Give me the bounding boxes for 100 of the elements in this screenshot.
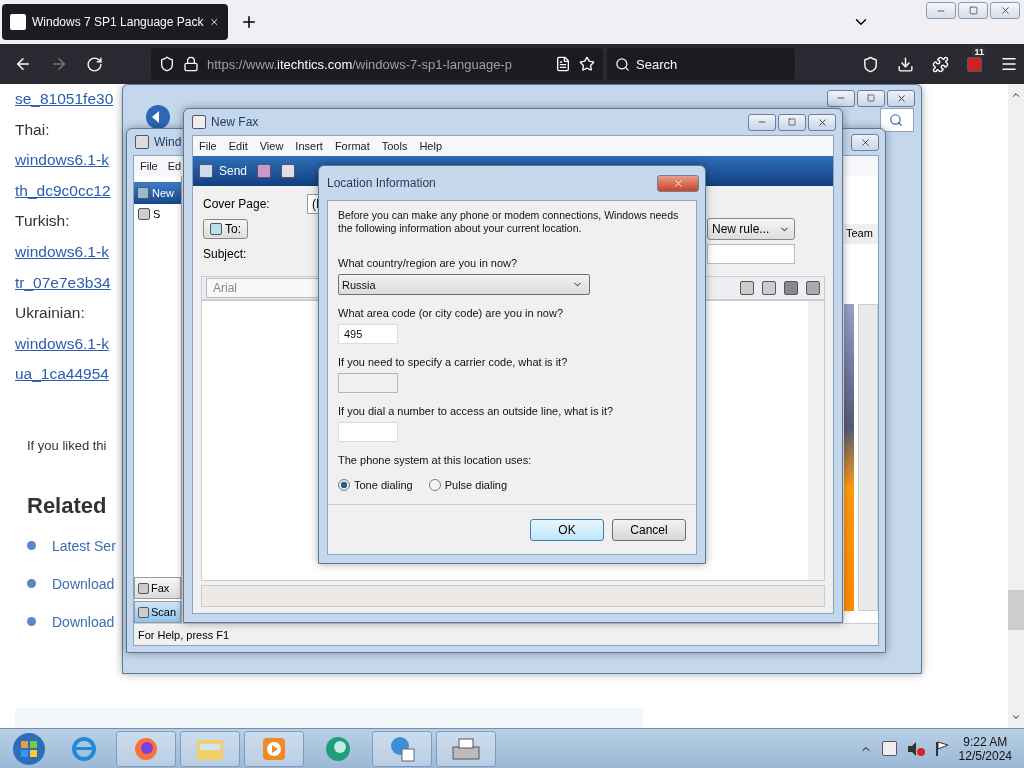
clock[interactable]: 9:22 AM 12/5/2024 [958,734,1012,763]
network-globe-icon[interactable] [372,730,432,767]
language-label: Ukrainian: [15,303,85,324]
radio-option[interactable]: Pulse dialing [428,479,508,491]
new-tab-icon[interactable] [240,13,258,31]
scroll-down-icon[interactable] [1011,712,1021,722]
question-label: If you dial a number to access an outside line, what is it? [338,405,614,417]
file-link[interactable]: se_81051fe30 [15,84,114,115]
radio-icon[interactable] [338,479,350,491]
back-icon[interactable] [145,104,171,130]
minimize-button[interactable] [827,89,855,107]
scroll-thumb[interactable] [1008,590,1024,630]
related-article-link[interactable]: Download [27,602,115,641]
flag-icon[interactable] [934,740,949,757]
fax-machine-icon[interactable] [436,730,496,767]
fox-browser-icon[interactable] [116,730,176,767]
input-field[interactable]: 495 [338,324,398,344]
dialog-button[interactable]: OK [530,518,604,541]
folder-icon[interactable] [180,730,240,767]
maximize-button[interactable] [857,89,885,107]
file-link[interactable]: ua_1ca44954 [15,359,109,390]
file-link[interactable]: th_dc9c0cc12 [15,175,111,207]
nav-tab[interactable]: Scan [134,601,181,623]
input-field[interactable] [338,422,398,442]
related-article-link[interactable]: Latest Ser [27,526,116,565]
send-button[interactable]: Send [199,164,248,178]
question-label: What area code (or city code) are you in now? [338,307,563,319]
count-badge: 11 [972,46,986,57]
menu-item[interactable]: Help [419,140,443,152]
bookmark-icon[interactable] [579,56,595,72]
media-player-icon[interactable] [244,730,304,767]
menu-item[interactable]: View [259,140,284,152]
new-button[interactable]: New [134,182,181,204]
file-link[interactable]: tr_07e7e3b34 [15,267,111,299]
menu-item[interactable]: Edit [228,140,248,152]
country-select[interactable]: Russia [338,274,590,295]
language-label: Thai: [15,119,50,140]
dialog-window: Location Information Before you can make any phone or modem connections, Windows needs the following information about your current location. What country/region are you in now? Russia What area code (or city code) are you in now? 495 If you need to specify a carrier code, what is it? If you dial a number to access an outside line, what is it? The phone system at this location uses: Tone dialing Pulse dialing OK Cancel [318,165,706,564]
bullet-icon [27,617,36,627]
search-icon [615,56,630,72]
close-icon [895,92,907,104]
site-icon [10,14,26,30]
intro-text: Before you can make any phone or modem connections, Windows needs the following information about your current location. [338,209,680,235]
search-field[interactable]: Search [607,48,795,80]
dialog-button[interactable]: Cancel [612,518,686,541]
menu-item[interactable]: Tools [381,140,408,152]
close-button[interactable] [808,113,836,131]
menu-item[interactable]: Ed [167,160,182,172]
shield-icon [159,56,175,72]
restore-icon [968,6,978,15]
minimize-button[interactable] [748,113,776,131]
back-icon[interactable] [14,55,32,73]
lock-icon [183,56,199,72]
close-button[interactable] [657,174,699,192]
file-link[interactable]: windows6.1-k [15,236,109,268]
file-link[interactable]: windows6.1-k [15,328,109,360]
reload-icon[interactable] [86,55,103,73]
maximize-button[interactable] [778,113,806,131]
question-label: The phone system at this location uses: [338,454,532,466]
subject-field[interactable] [707,244,795,264]
browser-tab[interactable]: Windows 7 SP1 Language Pack [2,4,228,40]
file-link[interactable]: windows6.1-k [15,145,109,176]
article-text: If you liked thi [27,437,107,453]
rule-dropdown[interactable]: New rule... [707,218,795,240]
extension-icon[interactable] [967,56,982,72]
extensions-icon[interactable] [932,55,949,73]
reader-icon[interactable] [555,56,571,72]
close-icon [859,136,871,148]
radio-option[interactable]: Tone dialing [338,479,413,491]
radio-icon[interactable] [428,479,441,491]
related-article-link[interactable]: Download [27,564,115,603]
restore-button[interactable] [958,2,988,19]
menu-item[interactable]: Insert [295,140,323,152]
question-label: What country/region are you in now? [338,257,518,269]
column-header[interactable]: Team [844,224,878,244]
field-label: Cover Page: [203,197,271,211]
menu-item[interactable]: File [140,160,158,172]
scroll-up-icon[interactable] [1011,90,1021,100]
bullet-icon [27,541,36,551]
address-field[interactable]: https://www.itechtics.com/windows-7-sp1-language-p [151,48,603,80]
menu-item[interactable]: File [199,140,217,152]
bullet-icon [27,579,36,589]
minimize-button[interactable] [926,2,956,19]
close-button[interactable] [887,89,915,107]
menu-icon[interactable] [1000,55,1018,73]
close-icon [816,116,828,128]
tree-item[interactable]: S [134,204,165,224]
maximize-icon [788,118,796,126]
menu-item[interactable]: Format [334,140,370,152]
close-button[interactable] [851,133,879,151]
forward-icon[interactable] [50,55,68,73]
to-button[interactable]: To: [203,219,248,239]
close-button[interactable] [990,2,1020,19]
muted-speaker-icon[interactable] [906,740,925,757]
field-label: Subject: [203,247,248,261]
question-label: If you need to specify a carrier code, what is it? [338,356,568,368]
download-icon[interactable] [897,55,914,73]
nav-tab[interactable]: Fax [134,577,181,599]
search-field[interactable] [880,108,914,132]
close-icon [999,5,1011,16]
